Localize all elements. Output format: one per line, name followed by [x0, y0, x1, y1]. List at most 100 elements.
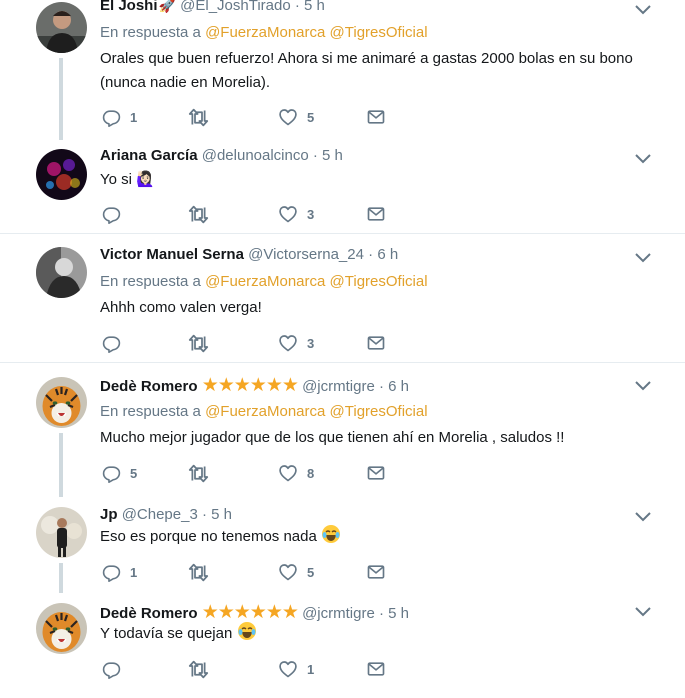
- direct-message-button[interactable]: [366, 332, 386, 354]
- mention-link[interactable]: @TigresOficial: [330, 403, 428, 420]
- reply-button[interactable]: 5: [102, 462, 137, 484]
- tweet-text-content: Mucho mejor jugador que de los que tiene…: [100, 429, 565, 446]
- direct-message-button[interactable]: [366, 561, 386, 583]
- tweet[interactable]: Jp @Chepe_3 · 5 h Eso es porque no tenem…: [0, 497, 685, 593]
- retweet-button[interactable]: [188, 332, 218, 354]
- thread-line: [59, 58, 63, 140]
- avatar[interactable]: [36, 2, 87, 53]
- timestamp[interactable]: 5 h: [388, 605, 409, 622]
- retweet-button[interactable]: [188, 106, 218, 128]
- separator-dot: ·: [368, 246, 374, 263]
- reply-icon: [102, 563, 121, 582]
- retweet-button[interactable]: [188, 203, 218, 225]
- reply-button[interactable]: 1: [102, 106, 137, 128]
- reply-context: En respuesta a @FuerzaMonarca @TigresOfi…: [100, 403, 428, 420]
- envelope-icon: [366, 562, 386, 582]
- reply-button[interactable]: [102, 203, 130, 225]
- display-name[interactable]: Dedè Romero: [100, 605, 198, 622]
- mention-link[interactable]: @FuerzaMonarca: [205, 403, 325, 420]
- tweet[interactable]: Victor Manuel Serna @Victorserna_24 · 6 …: [0, 234, 685, 362]
- tweet-text: Yo si 🙋🏻‍♀️: [100, 168, 660, 192]
- avatar[interactable]: [36, 507, 87, 558]
- reply-button[interactable]: [102, 658, 130, 680]
- tweet[interactable]: Ariana García @delunoalcinco · 5 h Yo si…: [0, 140, 685, 233]
- retweet-icon: [188, 562, 209, 583]
- chevron-down-icon[interactable]: [634, 606, 652, 618]
- chevron-down-icon[interactable]: [634, 153, 652, 165]
- reply-icon: [102, 108, 121, 127]
- retweet-button[interactable]: [188, 561, 218, 583]
- retweet-icon: [188, 107, 209, 128]
- reply-prefix: En respuesta a: [100, 403, 201, 420]
- reply-count: 5: [130, 465, 138, 481]
- timestamp[interactable]: 6 h: [377, 246, 398, 263]
- reply-button[interactable]: 1: [102, 561, 137, 583]
- heart-icon: [278, 204, 298, 224]
- reply-prefix: En respuesta a: [100, 24, 201, 41]
- avatar[interactable]: [36, 377, 87, 428]
- like-button[interactable]: 3: [278, 203, 314, 225]
- user-handle[interactable]: @jcrmtigre: [302, 605, 375, 622]
- retweet-icon: [188, 333, 209, 354]
- reply-icon: [102, 334, 121, 353]
- mention-link[interactable]: @FuerzaMonarca: [205, 273, 325, 290]
- woman-raising-hand-emoji: 🙋🏻‍♀️: [136, 171, 155, 188]
- tweet[interactable]: Dedè Romero ★★★★★★ @jcrmtigre · 5 h Y to…: [0, 593, 685, 698]
- user-handle[interactable]: @jcrmtigre: [302, 378, 375, 395]
- timestamp[interactable]: 5 h: [322, 147, 343, 164]
- display-name[interactable]: El Joshi: [100, 0, 158, 14]
- envelope-icon: [366, 204, 386, 224]
- tweet-actions: 1 5: [102, 561, 402, 583]
- reply-count: 1: [130, 564, 138, 580]
- avatar[interactable]: [36, 603, 87, 654]
- avatar[interactable]: [36, 149, 87, 200]
- tweet[interactable]: Dedè Romero ★★★★★★ @jcrmtigre · 6 h En r…: [0, 363, 685, 497]
- user-handle[interactable]: @Victorserna_24: [248, 246, 364, 263]
- mention-link[interactable]: @TigresOficial: [330, 273, 428, 290]
- timestamp[interactable]: 5 h: [304, 0, 325, 14]
- like-count: 3: [307, 335, 315, 351]
- like-count: 5: [307, 564, 315, 580]
- mention-link[interactable]: @TigresOficial: [330, 24, 428, 41]
- heart-icon: [278, 659, 298, 679]
- user-handle[interactable]: @delunoalcinco: [202, 147, 309, 164]
- direct-message-button[interactable]: [366, 658, 386, 680]
- chevron-down-icon[interactable]: [634, 252, 652, 264]
- avatar[interactable]: [36, 247, 87, 298]
- retweet-icon: [188, 463, 209, 484]
- direct-message-button[interactable]: [366, 203, 386, 225]
- like-button[interactable]: 3: [278, 332, 314, 354]
- chevron-down-icon[interactable]: [634, 511, 652, 523]
- tweet-text-line: (nunca nadie en Morelia).: [100, 74, 271, 91]
- direct-message-button[interactable]: [366, 462, 386, 484]
- chevron-down-icon[interactable]: [634, 380, 652, 392]
- reply-button[interactable]: [102, 332, 130, 354]
- mention-link[interactable]: @FuerzaMonarca: [205, 24, 325, 41]
- display-name[interactable]: Ariana García: [100, 147, 198, 164]
- user-handle[interactable]: @Chepe_3: [122, 506, 198, 523]
- timestamp[interactable]: 6 h: [388, 378, 409, 395]
- separator-dot: ·: [294, 0, 300, 14]
- display-name[interactable]: Jp: [100, 506, 118, 523]
- reply-icon: [102, 464, 121, 483]
- like-button[interactable]: 5: [278, 561, 314, 583]
- like-button[interactable]: 8: [278, 462, 314, 484]
- direct-message-button[interactable]: [366, 106, 386, 128]
- timestamp[interactable]: 5 h: [211, 506, 232, 523]
- display-name[interactable]: Dedè Romero: [100, 378, 198, 395]
- reply-context: En respuesta a @FuerzaMonarca @TigresOfi…: [100, 273, 428, 290]
- chevron-down-icon[interactable]: [634, 4, 652, 16]
- tears-of-joy-emoji: [321, 524, 341, 544]
- display-name[interactable]: Victor Manuel Serna: [100, 246, 244, 263]
- retweet-button[interactable]: [188, 658, 218, 680]
- like-button[interactable]: 5: [278, 106, 314, 128]
- user-handle[interactable]: @El_JoshTirado: [180, 0, 291, 14]
- thread-line: [59, 563, 63, 593]
- tweet[interactable]: El Joshi🚀 @El_JoshTirado · 5 h En respue…: [0, 0, 685, 140]
- like-button[interactable]: 1: [278, 658, 314, 680]
- tweet-text: Ahhh como valen verga!: [100, 296, 660, 320]
- retweet-button[interactable]: [188, 462, 218, 484]
- separator-dot: ·: [378, 378, 384, 395]
- reply-context: En respuesta a @FuerzaMonarca @TigresOfi…: [100, 24, 428, 41]
- reply-icon: [102, 205, 121, 224]
